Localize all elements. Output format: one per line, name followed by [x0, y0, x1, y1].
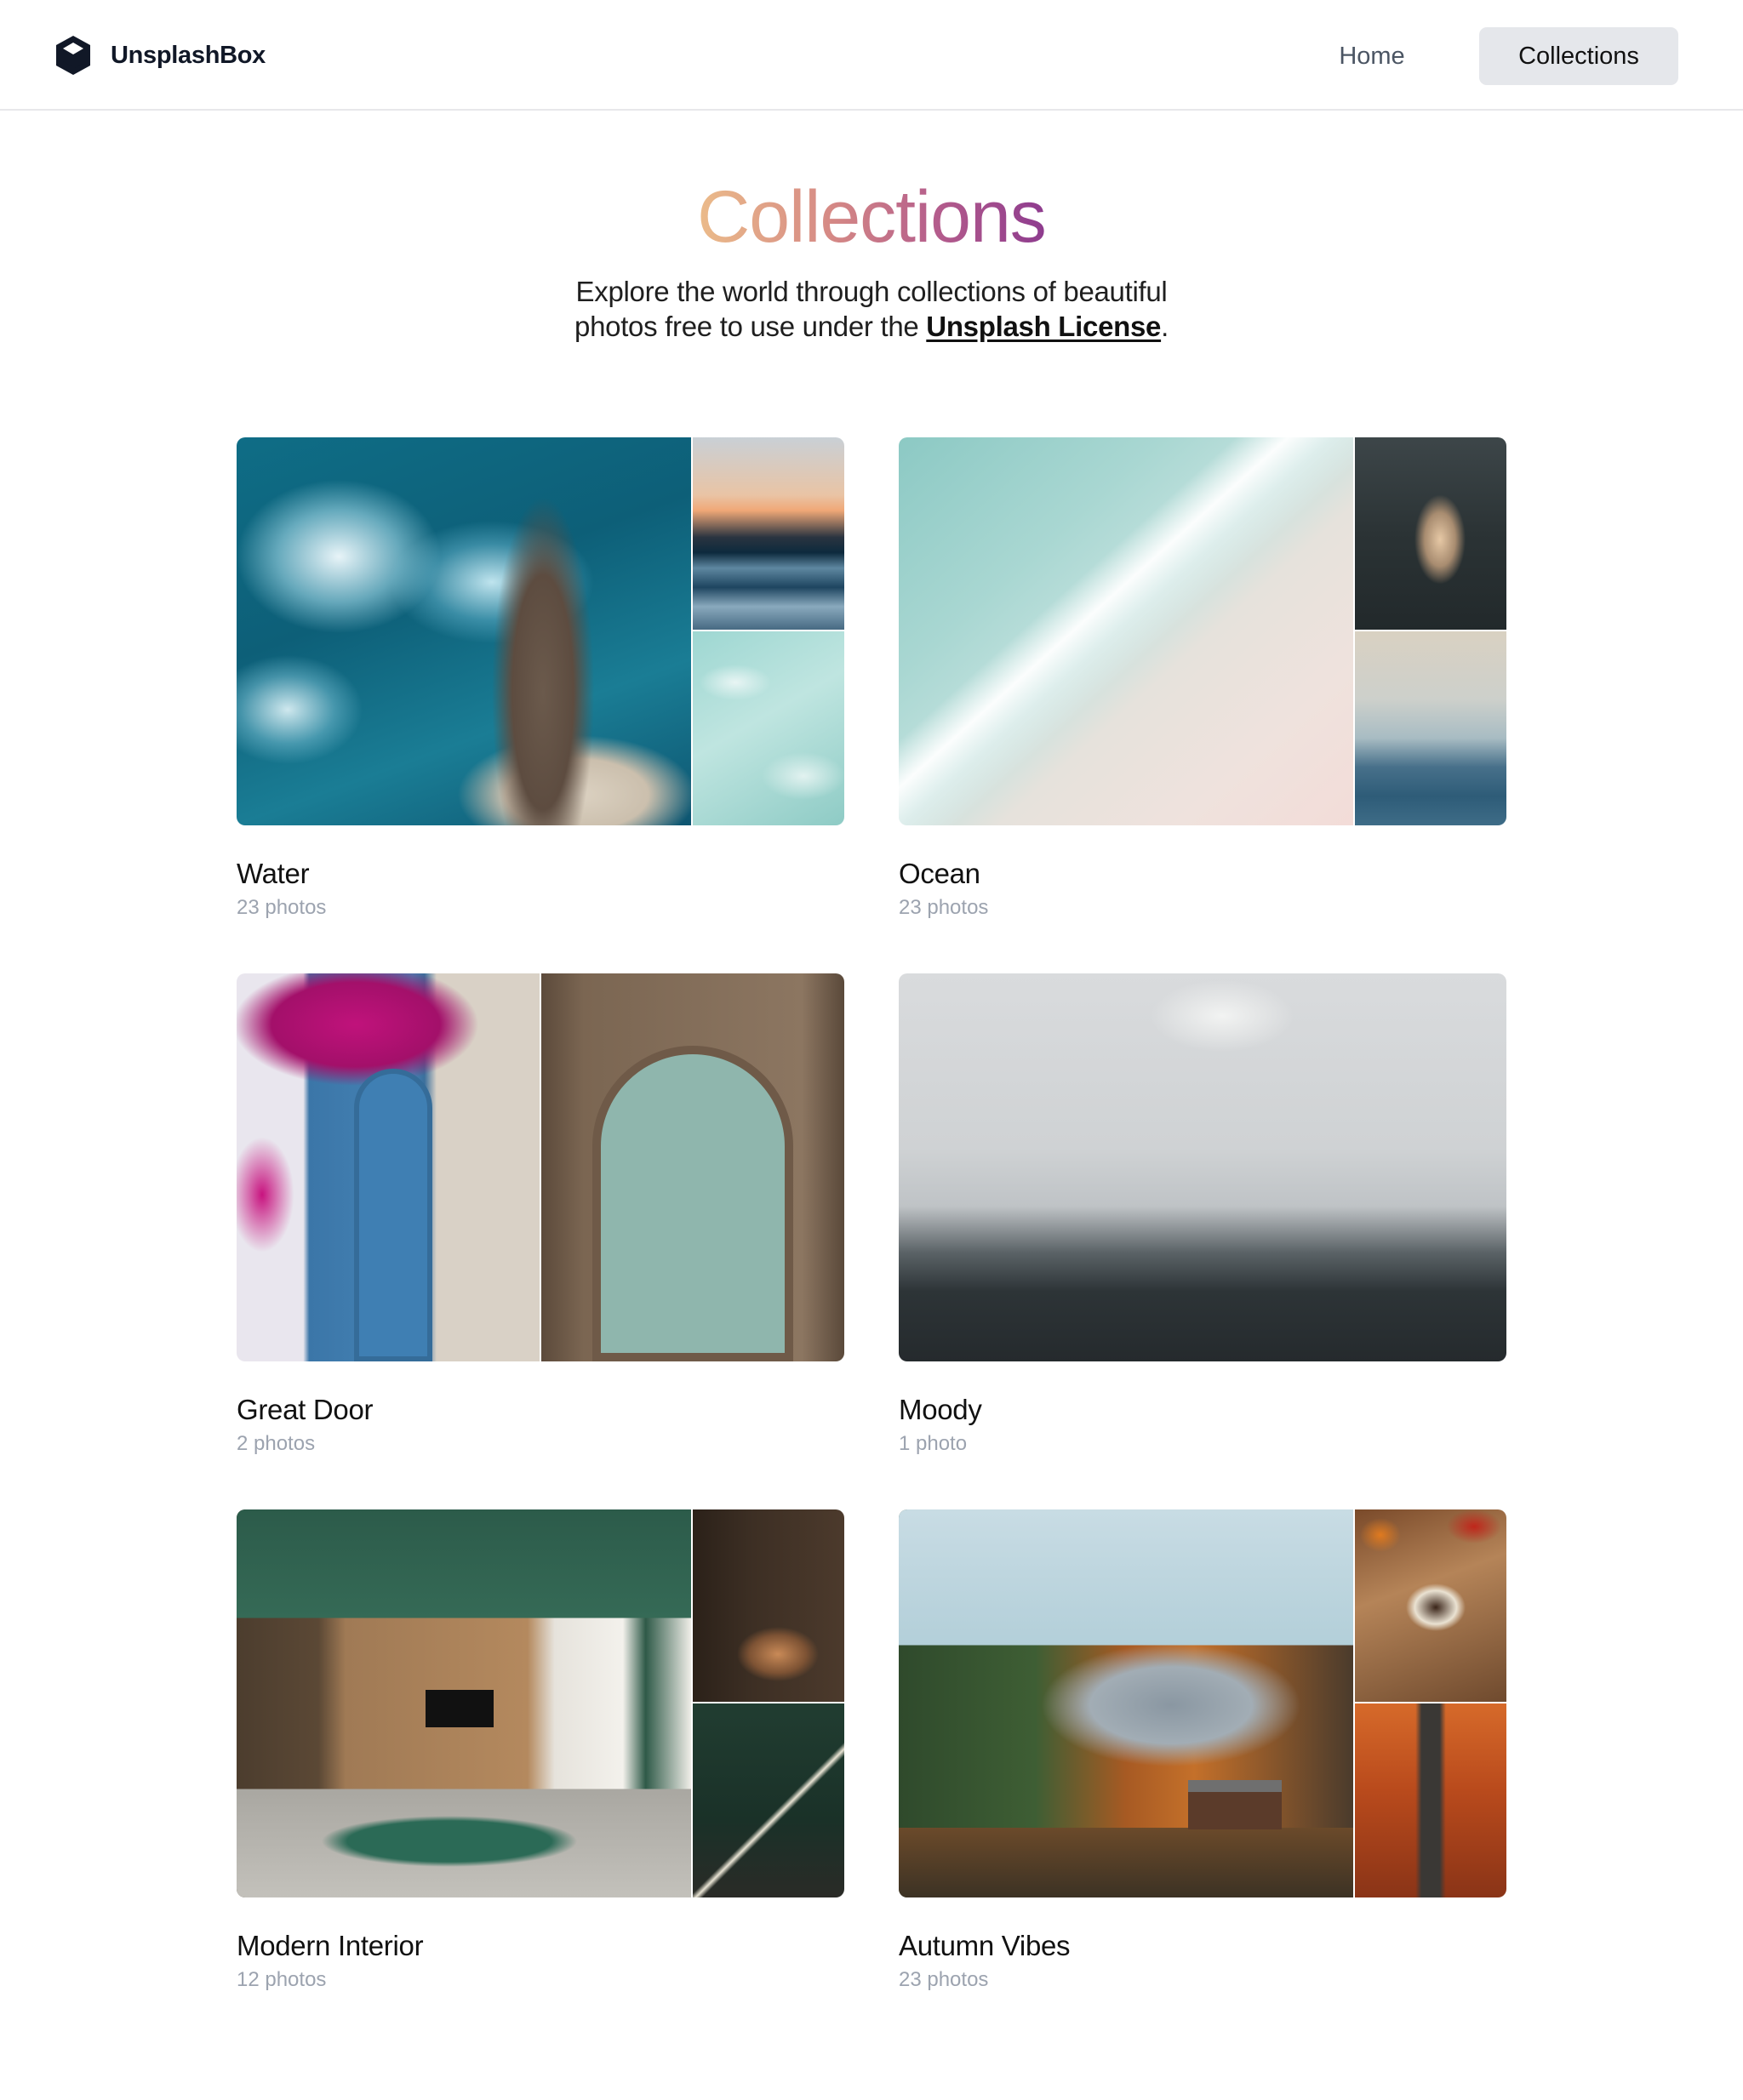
- collection-title[interactable]: Ocean: [899, 858, 980, 890]
- photo-thumbnail: [693, 631, 844, 825]
- photo-thumbnail: [899, 1509, 1353, 1897]
- photo-thumbnail: [237, 1509, 691, 1897]
- collection-mosaic[interactable]: [899, 437, 1506, 825]
- top-header: UnsplashBox Home Collections: [0, 0, 1743, 111]
- main-nav: Home Collections: [1280, 27, 1678, 85]
- unsplash-license-link[interactable]: Unsplash License: [926, 311, 1161, 342]
- collection-count: 23 photos: [899, 896, 989, 919]
- collection-count: 23 photos: [237, 896, 327, 919]
- green-door-shape: [592, 1046, 793, 1361]
- collection-card-great-door[interactable]: Great Door 2 photos: [237, 973, 844, 1455]
- photo-thumbnail: [1355, 1703, 1506, 1897]
- collection-title[interactable]: Autumn Vibes: [899, 1930, 1071, 1962]
- photo-thumbnail: [1355, 1509, 1506, 1702]
- collection-count: 2 photos: [237, 1432, 316, 1455]
- collection-mosaic[interactable]: [237, 973, 844, 1361]
- collection-card-water[interactable]: Water 23 photos: [237, 437, 844, 919]
- house-shape: [1188, 1780, 1282, 1829]
- collection-mosaic[interactable]: [237, 1509, 844, 1897]
- collection-card-ocean[interactable]: Ocean 23 photos: [899, 437, 1506, 919]
- cube-logo-icon: [56, 36, 90, 75]
- collection-title[interactable]: Moody: [899, 1394, 982, 1426]
- collection-mosaic[interactable]: [237, 437, 844, 825]
- collection-card-autumn-vibes[interactable]: Autumn Vibes 23 photos: [899, 1509, 1506, 1991]
- photo-thumbnail: [899, 437, 1353, 825]
- photo-thumbnail: [237, 437, 691, 825]
- subtitle-suffix: .: [1161, 311, 1169, 342]
- photo-thumbnail: [1355, 631, 1506, 825]
- collection-mosaic[interactable]: [899, 1509, 1506, 1897]
- photo-thumbnail: [899, 973, 1506, 1361]
- collection-card-modern-interior[interactable]: Modern Interior 12 photos: [237, 1509, 844, 1991]
- photo-thumbnail: [1355, 437, 1506, 630]
- collection-mosaic[interactable]: [899, 973, 1506, 1361]
- photo-thumbnail: [693, 1509, 844, 1702]
- collection-count: 23 photos: [899, 1968, 989, 1991]
- collection-card-moody[interactable]: Moody 1 photo: [899, 973, 1506, 1455]
- blue-door-shape: [354, 1069, 432, 1361]
- nav-collections[interactable]: Collections: [1479, 27, 1678, 85]
- collection-count: 12 photos: [237, 1968, 327, 1991]
- subtitle-line2: photos free to use under the: [574, 311, 927, 342]
- collection-title[interactable]: Water: [237, 858, 310, 890]
- nav-home[interactable]: Home: [1280, 27, 1464, 85]
- collection-title[interactable]: Modern Interior: [237, 1930, 424, 1962]
- collection-count: 1 photo: [899, 1432, 968, 1455]
- page-title: Collections: [693, 170, 1050, 264]
- page-subtitle: Explore the world through collections of…: [489, 274, 1254, 344]
- tv-shape: [426, 1690, 494, 1727]
- brand[interactable]: UnsplashBox: [54, 34, 266, 77]
- collection-title[interactable]: Great Door: [237, 1394, 374, 1426]
- photo-thumbnail: [541, 973, 844, 1361]
- photo-thumbnail: [693, 437, 844, 630]
- subtitle-line1: Explore the world through collections of…: [575, 276, 1168, 307]
- brand-name: UnsplashBox: [111, 41, 266, 69]
- photo-thumbnail: [693, 1703, 844, 1897]
- photo-thumbnail: [237, 973, 540, 1361]
